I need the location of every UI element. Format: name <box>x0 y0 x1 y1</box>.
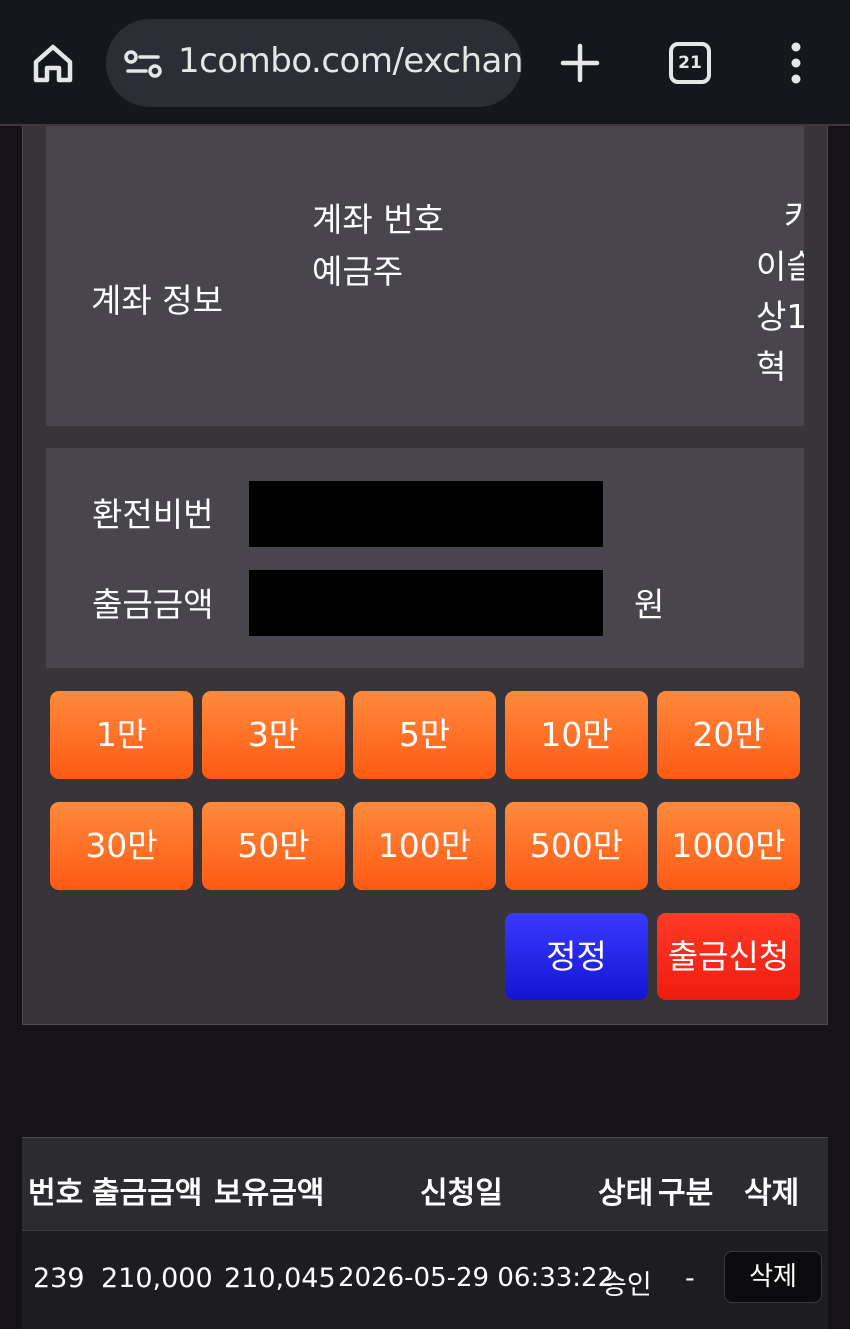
delete-button[interactable]: 삭제 <box>724 1251 822 1303</box>
col-header-balance: 보유금액 <box>214 1176 325 1211</box>
row-no: 239 <box>33 1263 85 1294</box>
amount-button-10[interactable]: 10만 <box>505 691 648 779</box>
account-values: 카 0% 이슬 상113% 혁 <box>756 192 804 392</box>
account-value-line: 카 0% <box>784 197 804 236</box>
account-value-line: 상113% <box>756 297 804 336</box>
amount-button-5[interactable]: 5만 <box>353 691 496 779</box>
col-header-type: 구분 <box>658 1176 714 1211</box>
amount-button-500[interactable]: 500만 <box>505 802 648 890</box>
url-bar[interactable]: 1combo.com/exchan <box>106 19 522 107</box>
account-number-label: 계좌 번호 <box>312 200 444 239</box>
history-table-header: 번호 출금금액 보유금액 신청일 상태 구분 삭제 <box>22 1137 828 1230</box>
row-status: 승인 <box>602 1270 652 1301</box>
tab-switcher-button[interactable]: 21 <box>669 42 711 84</box>
home-icon[interactable] <box>30 40 76 86</box>
account-holder-label: 예금주 <box>312 252 404 291</box>
currency-unit: 원 <box>634 585 665 624</box>
account-info-box: 계좌 정보 계좌 번호 예금주 카 0% 이슬 상113% 혁 <box>46 126 804 426</box>
withdraw-amount-input[interactable] <box>249 570 603 636</box>
col-header-amount: 출금금액 <box>92 1176 203 1211</box>
browser-toolbar: 1combo.com/exchan 21 <box>0 0 850 126</box>
amount-button-1[interactable]: 1만 <box>50 691 193 779</box>
account-value-line: 이슬 <box>756 247 804 286</box>
withdraw-request-button[interactable]: 출금신청 <box>657 913 800 1000</box>
col-header-no: 번호 <box>28 1176 84 1211</box>
table-row: 239 210,000 210,045 2026-05-29 06:33:22 … <box>22 1230 828 1329</box>
col-header-status: 상태 <box>598 1176 654 1211</box>
site-settings-icon[interactable] <box>124 49 164 79</box>
amount-button-30[interactable]: 30만 <box>50 802 193 890</box>
exchange-password-input[interactable] <box>249 481 603 547</box>
col-header-date: 신청일 <box>420 1176 503 1211</box>
amount-button-1000[interactable]: 1000만 <box>657 802 800 890</box>
amount-button-100[interactable]: 100만 <box>353 802 496 890</box>
row-balance: 210,045 <box>224 1263 336 1294</box>
correct-button[interactable]: 정정 <box>505 913 648 1000</box>
more-menu-icon[interactable] <box>786 40 806 86</box>
new-tab-icon[interactable] <box>558 40 602 86</box>
amount-button-50[interactable]: 50만 <box>202 802 345 890</box>
url-text[interactable]: 1combo.com/exchan <box>178 41 522 81</box>
account-value-line: 혁 <box>756 347 787 386</box>
amount-button-20[interactable]: 20만 <box>657 691 800 779</box>
exchange-password-label: 환전비번 <box>92 495 214 534</box>
withdraw-form: 환전비번 출금금액 원 <box>46 448 804 668</box>
row-date: 2026-05-29 06:33:22 <box>338 1263 615 1293</box>
withdraw-amount-label: 출금금액 <box>92 585 214 624</box>
row-amount: 210,000 <box>101 1263 213 1294</box>
col-header-delete: 삭제 <box>744 1176 800 1211</box>
account-labels: 계좌 번호 예금주 <box>312 194 444 298</box>
account-info-title: 계좌 정보 <box>91 281 223 320</box>
row-type: - <box>685 1263 695 1294</box>
amount-button-3[interactable]: 3만 <box>202 691 345 779</box>
